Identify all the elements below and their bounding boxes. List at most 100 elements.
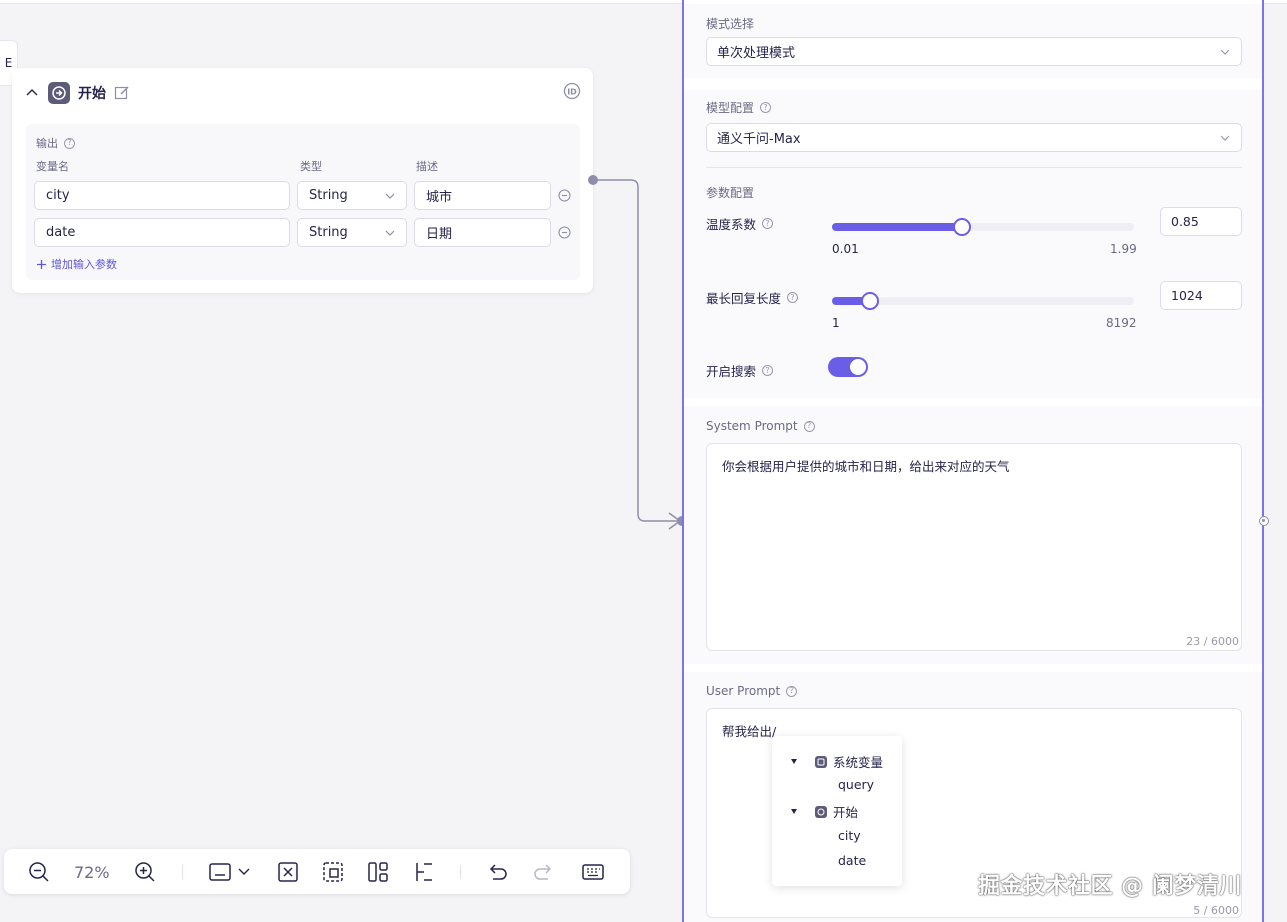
mode-value: 单次处理模式 (717, 46, 796, 61)
temperature-slider-handle[interactable] (953, 218, 971, 236)
temperature-min: 0.01 (832, 242, 859, 256)
column-header-name: 变量名 (36, 160, 69, 173)
variable-item[interactable]: date (838, 853, 866, 868)
system-prompt-label: System Prompt (706, 419, 798, 433)
toggle-knob (850, 359, 866, 375)
toolbar-divider (182, 865, 183, 879)
temperature-label-row: 温度系数 ? (706, 214, 774, 233)
help-icon[interactable]: ? (760, 102, 772, 113)
start-node[interactable]: 开始 ID 输出 ? 变量名 类型 描述 city String 城市 date… (12, 68, 593, 293)
chevron-down-icon (1219, 46, 1231, 58)
help-icon[interactable]: ? (786, 685, 798, 697)
model-section: 模型配置 ? 通义千问-Max 参数配置 温度系数 ? 0.01 1.99 0.… (684, 90, 1262, 398)
temperature-max: 1.99 (1110, 242, 1137, 256)
output-label: 输出 (36, 137, 58, 150)
search-toggle[interactable] (828, 357, 868, 377)
description-value: 城市 (426, 190, 453, 205)
system-prompt-section: System Prompt ? 你会根据用户提供的城市和日期，给出来对应的天气 … (684, 406, 1262, 664)
user-prompt-label: User Prompt (706, 684, 781, 698)
zoom-out-icon[interactable] (26, 859, 52, 885)
mode-label: 模式选择 (706, 17, 755, 31)
max-length-min: 1 (832, 316, 840, 330)
model-label-row: 模型配置 ? (706, 99, 772, 116)
id-icon[interactable]: ID (563, 82, 581, 100)
type-select[interactable]: String (297, 181, 407, 210)
temperature-input[interactable]: 0.85 (1160, 207, 1242, 236)
help-icon[interactable]: ? (787, 292, 799, 303)
temperature-label: 温度系数 (706, 217, 757, 232)
svg-text:ID: ID (567, 88, 577, 97)
system-prompt-text: 你会根据用户提供的城市和日期，给出来对应的天气 (722, 459, 1010, 474)
caret-down-icon (791, 809, 797, 814)
user-prompt-label-row: User Prompt ? (706, 684, 798, 698)
variable-group-title: 系统变量 (833, 755, 884, 770)
start-node-title: 开始 (78, 86, 106, 102)
help-icon[interactable]: ? (762, 218, 774, 229)
edit-icon[interactable] (114, 85, 130, 101)
side-panel-tab-label: E (4, 56, 13, 70)
params-label: 参数配置 (706, 186, 755, 200)
toolbar-divider (460, 865, 461, 879)
fit-screen-icon[interactable] (275, 859, 301, 885)
variable-name-value: city (46, 188, 70, 203)
chevron-up-icon[interactable] (24, 85, 40, 101)
variable-name-input[interactable]: date (34, 218, 290, 247)
max-length-slider-handle[interactable] (861, 292, 879, 310)
output-label-row: 输出 ? (36, 135, 75, 151)
chevron-down-icon (1219, 132, 1231, 144)
help-icon[interactable]: ? (762, 365, 774, 376)
model-label: 模型配置 (706, 101, 755, 115)
description-input[interactable]: 城市 (414, 181, 551, 210)
search-label-row: 开启搜索 ? (706, 361, 774, 380)
zoom-level: 72% (74, 863, 110, 882)
help-icon[interactable]: ? (64, 137, 75, 149)
watermark: 掘金技术社区 @ 阑梦清川 (978, 874, 1242, 899)
fit-view-menu-icon[interactable] (207, 859, 255, 885)
remove-row-icon[interactable] (558, 226, 572, 240)
user-prompt-text: 帮我给出/ (722, 724, 777, 739)
select-area-icon[interactable] (320, 859, 346, 885)
max-length-value: 1024 (1171, 288, 1203, 303)
help-icon[interactable]: ? (803, 420, 815, 432)
description-input[interactable]: 日期 (414, 218, 551, 247)
variable-picker-dropdown: 系统变量 query 开始 city date (772, 736, 902, 886)
variable-name-input[interactable]: city (34, 181, 290, 210)
variable-group-start[interactable]: 开始 (791, 802, 858, 821)
layout-icon[interactable] (365, 859, 391, 885)
variable-group-system[interactable]: 系统变量 (791, 752, 883, 771)
column-header-type: 类型 (300, 160, 322, 173)
zoom-in-icon[interactable] (132, 859, 158, 885)
model-select[interactable]: 通义千问-Max (706, 123, 1242, 152)
add-param-button[interactable]: 增加输入参数 (36, 256, 117, 272)
max-length-slider[interactable] (832, 292, 1134, 310)
type-value: String (309, 225, 348, 240)
remove-row-icon[interactable] (558, 189, 572, 203)
add-param-label: 增加输入参数 (51, 258, 117, 271)
chevron-down-icon (384, 190, 396, 202)
start-node-header: 开始 ID (24, 80, 581, 106)
max-length-label: 最长回复长度 (706, 291, 782, 306)
type-select[interactable]: String (297, 218, 407, 247)
temperature-slider[interactable] (832, 218, 1134, 236)
node-output-handle[interactable] (1259, 516, 1269, 526)
type-value: String (309, 188, 348, 203)
system-prompt-textarea[interactable]: 你会根据用户提供的城市和日期，给出来对应的天气 23 / 6000 (706, 443, 1242, 651)
undo-icon[interactable] (485, 859, 511, 885)
plus-icon (36, 259, 47, 270)
max-length-input[interactable]: 1024 (1160, 281, 1242, 310)
temperature-slider-fill (832, 223, 962, 231)
divider (706, 167, 1242, 168)
redo-icon[interactable] (530, 859, 556, 885)
caret-down-icon (791, 759, 797, 764)
variable-item[interactable]: city (838, 828, 861, 843)
column-header-desc: 描述 (416, 160, 438, 173)
variable-item[interactable]: query (838, 777, 874, 792)
connector-edge[interactable] (585, 170, 695, 530)
keyboard-icon[interactable] (580, 859, 606, 885)
llm-config-panel: 模式选择 单次处理模式 模型配置 ? 通义千问-Max 参数配置 温度系数 ? … (682, 0, 1264, 922)
chevron-down-icon (384, 227, 396, 239)
mode-select[interactable]: 单次处理模式 (706, 37, 1242, 66)
align-icon[interactable] (410, 859, 436, 885)
start-node-icon (815, 805, 827, 818)
canvas-toolbar: 72% (4, 849, 630, 894)
